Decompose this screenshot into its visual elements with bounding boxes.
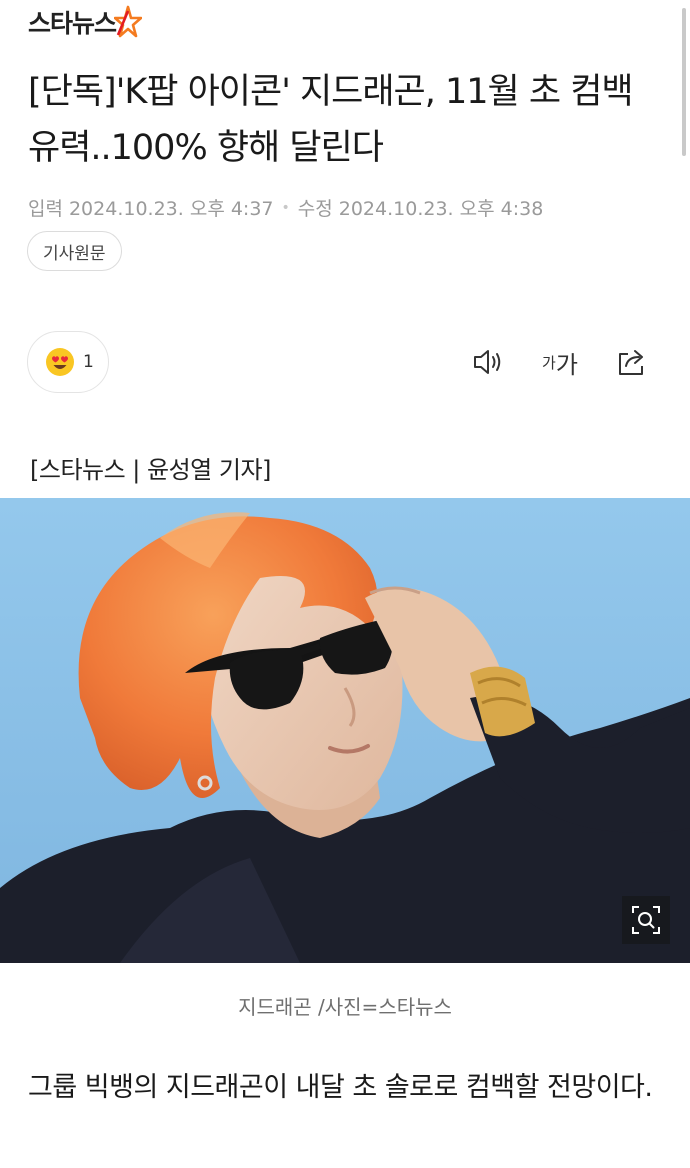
reaction-button[interactable]: 1 — [27, 331, 109, 393]
meta-separator: • — [281, 199, 290, 216]
font-size-button[interactable]: 가가 — [538, 344, 582, 380]
modify-label: 수정 — [297, 198, 333, 220]
starnews-logo[interactable]: 스타뉴스 — [28, 2, 143, 42]
photo-zoom-button[interactable] — [622, 896, 670, 944]
article-body-paragraph: 그룹 빅뱅의 지드래곤이 내달 초 솔로로 컴백할 전망이다. — [28, 1072, 653, 1103]
speaker-icon — [474, 350, 501, 374]
reaction-count: 1 — [83, 352, 94, 372]
tts-button[interactable] — [468, 344, 508, 380]
original-article-button[interactable]: 기사원문 — [27, 231, 122, 271]
modify-time: 2024.10.23. 오후 4:38 — [338, 198, 544, 220]
article-title: [단독]'K팝 아이콘' 지드래곤, 11월 초 컴백 유력..100% 향해 … — [28, 72, 634, 168]
article-timestamps: 입력 2024.10.23. 오후 4:37 • 수정 2024.10.23. … — [28, 194, 543, 221]
font-size-small-label: 가 — [542, 353, 556, 372]
article-photo[interactable] — [0, 498, 690, 963]
star-logo-icon — [114, 5, 143, 38]
zoom-search-icon — [632, 906, 660, 934]
share-icon — [619, 350, 643, 375]
font-size-large-label: 가 — [555, 350, 578, 379]
article-byline: [스타뉴스 | 윤성열 기자] — [30, 456, 271, 484]
share-button[interactable] — [612, 344, 652, 380]
article-photo-image — [0, 498, 690, 963]
scrollbar[interactable] — [682, 8, 686, 156]
logo-text: 스타뉴스 — [28, 9, 117, 38]
photo-caption: 지드래곤 /사진=스타뉴스 — [238, 995, 452, 1019]
input-label: 입력 — [28, 198, 63, 220]
heart-eyes-emoji-icon — [46, 348, 74, 376]
input-time: 2024.10.23. 오후 4:37 — [68, 198, 274, 220]
